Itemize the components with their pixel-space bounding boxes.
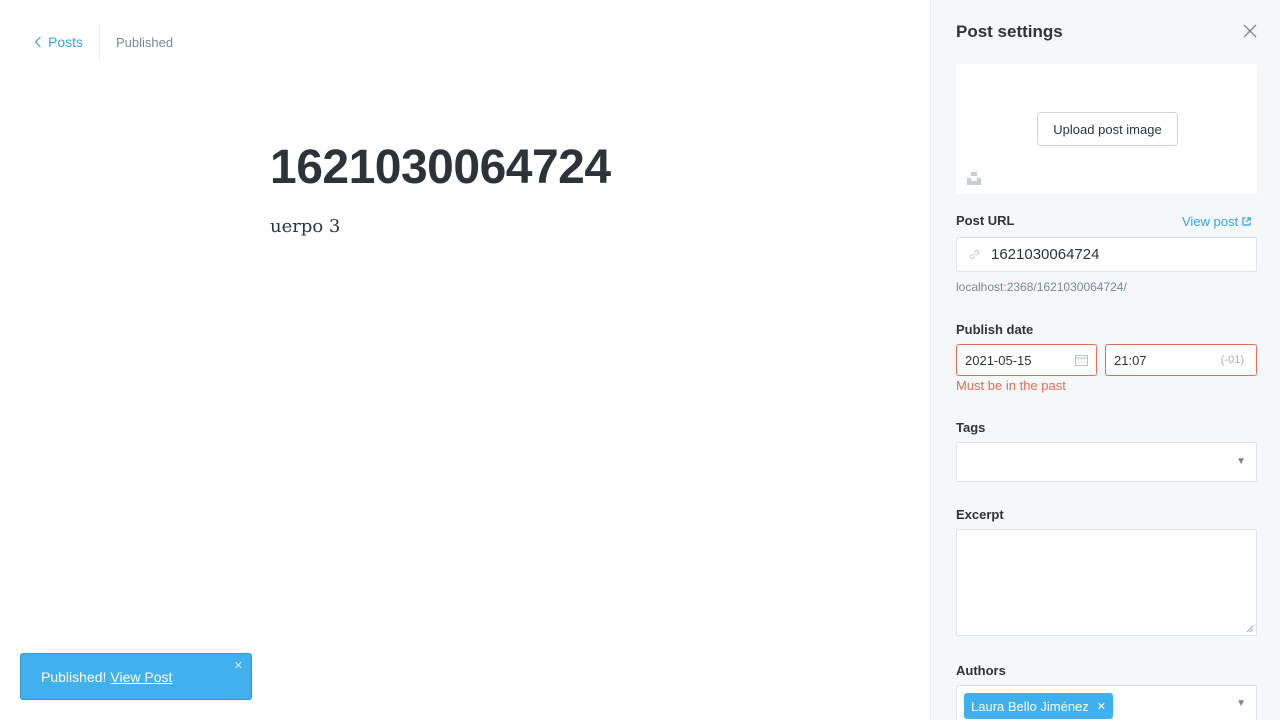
author-token: Laura Bello Jiménez ✕	[964, 693, 1114, 719]
post-url-label: Post URL	[956, 213, 1015, 228]
editor-header: Posts Published	[34, 24, 174, 60]
publish-date-label: Publish date	[956, 322, 1034, 337]
view-post-link[interactable]: View post	[1182, 214, 1251, 229]
publish-time-input[interactable]	[1114, 352, 1204, 368]
author-name: Laura Bello Jiménez	[971, 698, 1089, 714]
chevron-left-icon	[34, 36, 41, 48]
chevron-down-icon: ▼	[1236, 698, 1246, 709]
post-status: Published	[116, 34, 174, 50]
calendar-icon[interactable]	[1075, 354, 1088, 366]
panel-title: Post settings	[956, 22, 1063, 41]
post-editor: Posts Published 1621030064724 uerpo 3	[0, 0, 930, 720]
authors-label: Authors	[956, 663, 1006, 678]
resize-handle-icon[interactable]	[1246, 625, 1254, 633]
link-icon	[969, 249, 980, 260]
authors-select[interactable]: Laura Bello Jiménez ✕ ▼	[956, 685, 1257, 720]
post-image-uploader: Upload post image	[956, 64, 1257, 194]
post-title[interactable]: 1621030064724	[270, 140, 611, 195]
post-url-preview: localhost:2368/1621030064724/	[956, 280, 1127, 294]
back-link-label: Posts	[48, 34, 84, 50]
upload-post-image-button[interactable]: Upload post image	[1037, 112, 1178, 146]
post-url-field[interactable]	[956, 237, 1257, 272]
close-icon[interactable]: ✕	[234, 659, 243, 672]
tags-select[interactable]: ▼	[956, 442, 1257, 482]
post-settings-panel: Post settings Upload post image Post URL…	[930, 0, 1280, 720]
unsplash-icon[interactable]	[967, 172, 981, 190]
external-link-icon	[1242, 217, 1251, 226]
close-icon[interactable]	[1243, 24, 1257, 43]
remove-author-icon[interactable]: ✕	[1097, 700, 1106, 713]
publish-time-field[interactable]: (-01)	[1105, 344, 1257, 376]
tags-label: Tags	[956, 420, 986, 435]
publish-date-field[interactable]	[956, 344, 1097, 376]
published-notification: Published! View Post ✕	[20, 653, 252, 700]
chevron-down-icon: ▼	[1236, 456, 1246, 467]
view-post-link[interactable]: View Post	[110, 669, 172, 685]
back-to-posts-link[interactable]: Posts	[34, 34, 83, 50]
publish-date-input[interactable]	[965, 352, 1065, 368]
view-post-label: View post	[1182, 214, 1239, 229]
post-url-input[interactable]	[991, 246, 1231, 263]
publish-date-error: Must be in the past	[956, 378, 1066, 393]
header-divider	[99, 24, 101, 60]
excerpt-textarea[interactable]	[956, 529, 1257, 636]
post-body[interactable]: uerpo 3	[270, 216, 340, 237]
timezone-label: (-01)	[1220, 354, 1244, 366]
excerpt-label: Excerpt	[956, 507, 1004, 522]
notification-message: Published!	[41, 668, 107, 685]
